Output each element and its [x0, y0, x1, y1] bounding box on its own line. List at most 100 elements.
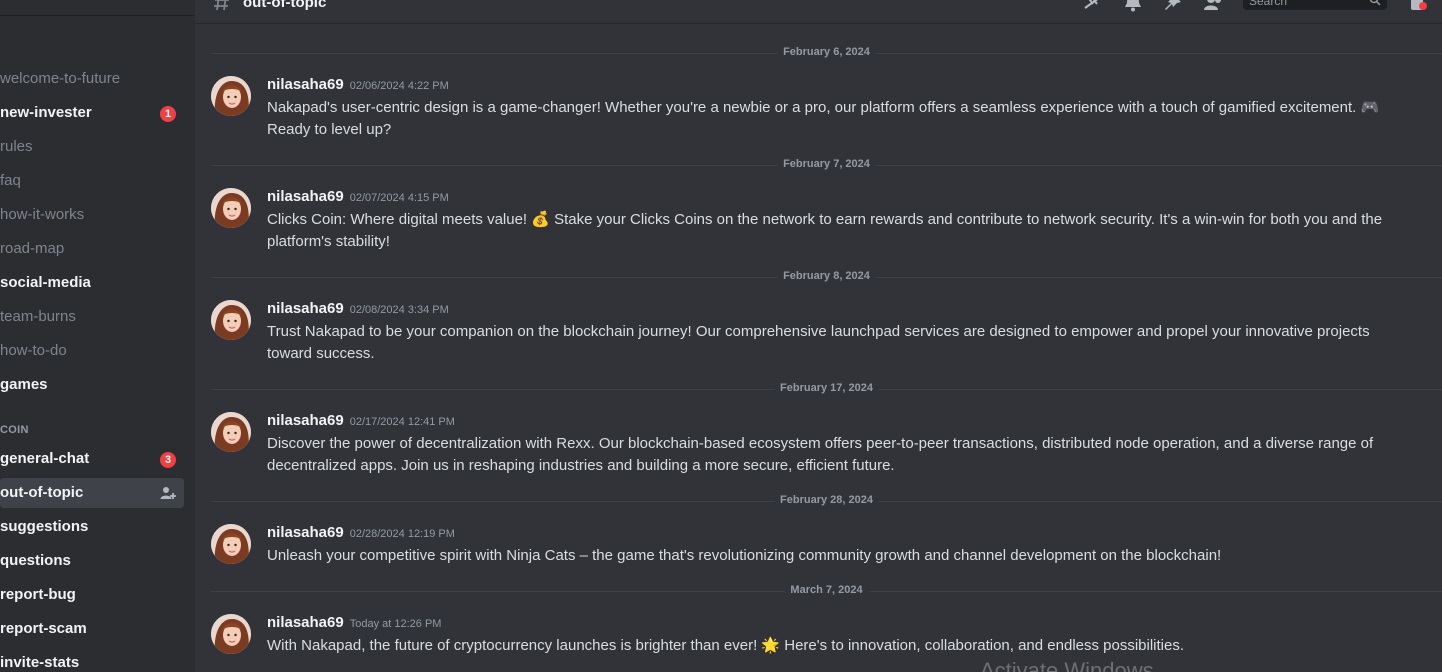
- message-timestamp: 02/28/2024 12:19 PM: [349, 528, 455, 540]
- message-text: Discover the power of decentralization w…: [267, 435, 1374, 474]
- channel-label: faq: [0, 172, 21, 189]
- channel-label: how-to-do: [0, 342, 67, 359]
- channel-label: how-it-works: [0, 206, 85, 223]
- message-header: nilasaha69 02/07/2024 4:15 PM: [267, 188, 449, 206]
- date-divider: February 28, 2024: [211, 494, 1442, 506]
- channel-header: out-of-topic Search: [195, 0, 1442, 24]
- date-divider-label: February 8, 2024: [777, 270, 876, 282]
- channel-social-media[interactable]: social-media: [0, 268, 184, 298]
- author-name[interactable]: nilasaha69: [267, 412, 344, 429]
- channel-sidebar: coin welcome-to-future new-invester 1 ru…: [0, 0, 195, 672]
- message-timestamp: 02/06/2024 4:22 PM: [349, 80, 449, 92]
- avatar[interactable]: [211, 300, 251, 340]
- channel-team-burns[interactable]: team-burns: [0, 302, 184, 332]
- channel-label: road-map: [0, 240, 65, 257]
- message-header: nilasaha69 02/17/2024 12:41 PM: [267, 412, 455, 430]
- author-name[interactable]: nilasaha69: [267, 76, 344, 93]
- date-divider: February 6, 2024: [211, 46, 1442, 58]
- channel-report-bug[interactable]: report-bug: [0, 580, 184, 610]
- unread-badge: 3: [160, 452, 176, 468]
- message-list: February 6, 2024 nilasaha69 02/06/2024 4:…: [195, 24, 1442, 672]
- channel-how-it-works[interactable]: how-it-works: [0, 200, 184, 230]
- date-divider: February 8, 2024: [211, 270, 1442, 282]
- message-text: With Nakapad, the future of cryptocurren…: [267, 637, 1185, 654]
- author-name[interactable]: nilasaha69: [267, 188, 344, 205]
- message-header: nilasaha69 02/28/2024 12:19 PM: [267, 524, 455, 542]
- channel-invite-stats[interactable]: invite-stats: [0, 648, 184, 672]
- channel-how-to-do[interactable]: how-to-do: [0, 336, 184, 366]
- channel-label: welcome-to-future: [0, 70, 121, 87]
- search-placeholder: Search: [1249, 0, 1288, 8]
- avatar-image: [211, 300, 251, 340]
- previous-message-fragment: [267, 18, 271, 35]
- date-divider: March 7, 2024: [211, 584, 1442, 596]
- channel-out-of-topic[interactable]: out-of-topic: [0, 478, 184, 508]
- add-member-icon[interactable]: [160, 485, 176, 501]
- message-text: Unleash your competitive spirit with Nin…: [267, 547, 1222, 564]
- message-header: nilasaha69 02/06/2024 4:22 PM: [267, 76, 449, 94]
- unread-badge: 1: [160, 106, 176, 122]
- channel-general-chat[interactable]: general-chat 3: [0, 444, 184, 474]
- channel-title: out-of-topic: [243, 0, 327, 11]
- date-divider-label: February 7, 2024: [777, 158, 876, 170]
- message-timestamp: 02/17/2024 12:41 PM: [349, 416, 455, 428]
- channel-label: questions: [0, 552, 71, 569]
- date-divider: February 17, 2024: [211, 382, 1442, 394]
- avatar-image: [211, 76, 251, 116]
- channel-games[interactable]: games: [0, 370, 184, 400]
- avatar[interactable]: [211, 188, 251, 228]
- hash-icon: [214, 0, 229, 11]
- server-name[interactable]: coin: [0, 0, 31, 3]
- message-text: Nakapad's user-centric design is a game-…: [267, 99, 1380, 138]
- pin-icon[interactable]: [1163, 0, 1183, 12]
- date-divider-label: February 6, 2024: [777, 46, 876, 58]
- channel-label: report-scam: [0, 620, 87, 637]
- avatar[interactable]: [211, 76, 251, 116]
- message-timestamp: Today at 12:26 PM: [349, 618, 442, 630]
- search-input[interactable]: Search: [1243, 0, 1387, 10]
- search-icon: [1369, 0, 1381, 6]
- members-icon[interactable]: [1203, 0, 1223, 12]
- channel-questions[interactable]: questions: [0, 546, 184, 576]
- avatar[interactable]: [211, 412, 251, 452]
- channel-report-scam[interactable]: report-scam: [0, 614, 184, 644]
- bell-icon[interactable]: [1123, 0, 1143, 12]
- avatar[interactable]: [211, 614, 251, 654]
- channel-suggestions[interactable]: suggestions: [0, 512, 184, 542]
- inbox-icon[interactable]: [1409, 0, 1427, 12]
- avatar-image: [211, 412, 251, 452]
- channel-label: report-bug: [0, 586, 76, 603]
- server-header[interactable]: coin: [0, 0, 195, 16]
- channel-rules[interactable]: rules: [0, 132, 184, 162]
- channel-label: general-chat: [0, 450, 90, 467]
- channel-label: team-burns: [0, 308, 76, 325]
- activation-watermark: Activate Windows: [980, 658, 1154, 672]
- threads-icon[interactable]: [1083, 0, 1103, 12]
- channel-label: rules: [0, 138, 33, 155]
- message-timestamp: 02/08/2024 3:34 PM: [349, 304, 449, 316]
- date-divider: February 7, 2024: [211, 158, 1442, 170]
- channel-new-invester[interactable]: new-invester 1: [0, 98, 184, 128]
- channel-welcome-to-future[interactable]: welcome-to-future: [0, 64, 184, 94]
- channel-label: suggestions: [0, 518, 89, 535]
- avatar-image: [211, 188, 251, 228]
- channel-faq[interactable]: faq: [0, 166, 184, 196]
- avatar-image: [211, 524, 251, 564]
- channel-label: invite-stats: [0, 654, 80, 671]
- channel-label: out-of-topic: [0, 484, 84, 501]
- message-header: nilasaha69 Today at 12:26 PM: [267, 614, 441, 632]
- message-timestamp: 02/07/2024 4:15 PM: [349, 192, 449, 204]
- author-name[interactable]: nilasaha69: [267, 300, 344, 317]
- avatar-image: [211, 614, 251, 654]
- channel-road-map[interactable]: road-map: [0, 234, 184, 264]
- message-header: nilasaha69 02/08/2024 3:34 PM: [267, 300, 449, 318]
- author-name[interactable]: nilasaha69: [267, 614, 344, 631]
- author-name[interactable]: nilasaha69: [267, 524, 344, 541]
- message-text: Clicks Coin: Where digital meets value! …: [267, 211, 1383, 250]
- date-divider-label: March 7, 2024: [784, 584, 869, 596]
- channel-label: games: [0, 376, 48, 393]
- channel-label: social-media: [0, 274, 91, 291]
- category-label[interactable]: COIN: [0, 424, 29, 436]
- channel-label: new-invester: [0, 104, 92, 121]
- avatar[interactable]: [211, 524, 251, 564]
